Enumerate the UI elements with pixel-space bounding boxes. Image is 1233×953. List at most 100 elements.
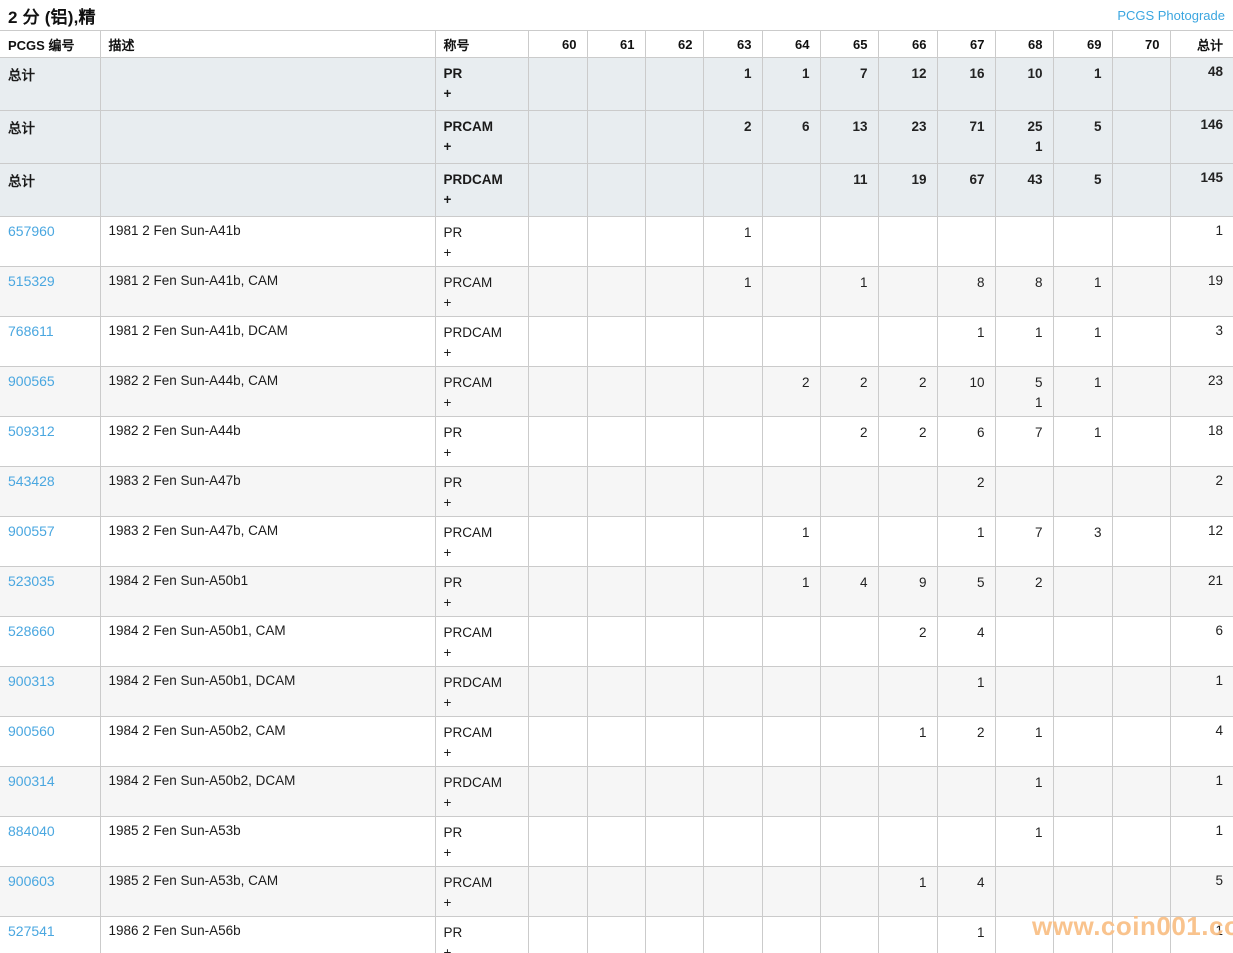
grade-61-cell — [586, 866, 646, 917]
grade-69-cell: 3 — [1052, 516, 1113, 567]
grade-count: 19 — [911, 172, 927, 187]
grade-63-cell — [702, 616, 763, 667]
pcgs-number-link[interactable]: 900314 — [8, 773, 55, 789]
grade-63-cell: 1 — [702, 57, 763, 111]
grade-count: 1 — [1093, 325, 1102, 340]
grade-66-cell: 2 — [877, 416, 938, 467]
pcgs-number-link[interactable]: 900560 — [8, 723, 55, 739]
grade-69-cell: 1 — [1052, 316, 1113, 367]
pcgs-number-link[interactable]: 523035 — [8, 573, 55, 589]
grade-60-cell — [527, 716, 588, 767]
table-row: 523035 1984 2 Fen Sun-A50b1 PR + 1 4 9 5… — [0, 566, 1233, 617]
grade-68-cell: 43 — [994, 163, 1054, 217]
grade-63-cell: 2 — [702, 110, 763, 164]
grade-65-cell — [819, 216, 879, 267]
table-row: 900603 1985 2 Fen Sun-A53b, CAM PRCAM + … — [0, 866, 1233, 917]
designation-plus-label: + — [443, 295, 452, 310]
pcgs-number-link[interactable]: 900603 — [8, 873, 55, 889]
grade-67-cell — [936, 816, 996, 867]
grade-68-cell: 10 — [994, 57, 1054, 111]
grade-65-cell — [819, 716, 879, 767]
grade-68-cell — [994, 616, 1054, 667]
grade-64-cell — [761, 616, 821, 667]
designation-plus-label: + — [443, 192, 452, 207]
pcgs-number-link[interactable]: 900565 — [8, 373, 55, 389]
pcgs-number-link[interactable]: 528660 — [8, 623, 55, 639]
grade-count: 25 — [1027, 119, 1043, 134]
grade-66-cell: 19 — [877, 163, 938, 217]
grade-66-cell: 1 — [877, 716, 938, 767]
grade-66-cell — [877, 666, 938, 717]
grade-64-cell — [761, 816, 821, 867]
grade-count: 2 — [859, 375, 868, 390]
grade-65-cell — [819, 316, 879, 367]
grade-70-cell — [1111, 516, 1171, 567]
grade-65-cell: 1 — [819, 266, 879, 317]
grade-68-cell: 7 — [994, 416, 1054, 467]
pcgs-number-link[interactable]: 900557 — [8, 523, 55, 539]
grade-69-cell — [1052, 616, 1113, 667]
grade-62-cell — [644, 566, 704, 617]
grade-count: 5 — [1034, 375, 1043, 390]
grade-66-cell — [877, 316, 938, 367]
pcgs-number-link[interactable]: 657960 — [8, 223, 55, 239]
grade-65-cell — [819, 616, 879, 667]
grade-68-cell: 25 1 — [994, 110, 1054, 164]
grade-67-cell: 2 — [936, 716, 996, 767]
grade-65-cell — [819, 766, 879, 817]
grade-count: 1 — [1093, 275, 1102, 290]
grade-63-cell — [702, 666, 763, 717]
pcgs-number-link[interactable]: 768611 — [8, 323, 54, 339]
grade-count: 1 — [918, 875, 927, 890]
grade-count: 7 — [859, 66, 868, 81]
grade-68-cell: 51 — [994, 366, 1054, 417]
grade-63-cell — [702, 466, 763, 517]
pcgs-number-link[interactable]: 900313 — [8, 673, 55, 689]
designation-label: PRDCAM — [443, 325, 503, 340]
grade-66-cell: 9 — [877, 566, 938, 617]
grade-68-cell: 1 — [994, 766, 1054, 817]
grade-count: 2 — [743, 119, 752, 134]
designation-label: PR — [443, 225, 463, 240]
grade-60-cell — [527, 466, 588, 517]
grade-65-cell — [819, 866, 879, 917]
pcgs-number-link[interactable]: 884040 — [8, 823, 55, 839]
population-table-body: 总计 PR + 1 1 7 12 16 10 1 48 总计 PRCAM + 2… — [0, 57, 1233, 953]
designation-label: PR — [443, 575, 463, 590]
coin-description: 1981 2 Fen Sun-A41b, DCAM — [99, 316, 436, 367]
grade-68-cell: 2 — [994, 566, 1054, 617]
grade-67-cell: 1 — [936, 916, 996, 953]
grade-62-cell — [644, 110, 704, 164]
grade-69-cell — [1052, 716, 1113, 767]
designation-plus-label: + — [443, 745, 452, 760]
grade-count: 1 — [976, 525, 985, 540]
grade-68-cell — [994, 466, 1054, 517]
col-header-grade-64: 64 — [761, 30, 821, 58]
grade-64-cell — [761, 716, 821, 767]
grade-67-cell — [936, 766, 996, 817]
grade-69-cell: 1 — [1052, 416, 1113, 467]
pcgs-number-link[interactable]: 527541 — [8, 923, 55, 939]
designation-label: PRCAM — [443, 525, 493, 540]
row-total: 1 — [1169, 216, 1233, 267]
grade-count: 1 — [918, 725, 927, 740]
grade-69-cell: 5 — [1052, 110, 1113, 164]
grade-60-cell — [527, 163, 588, 217]
col-header-grade-69: 69 — [1052, 30, 1113, 58]
pcgs-number-link[interactable]: 543428 — [8, 473, 55, 489]
pcgs-photograde-link[interactable]: PCGS Photograde — [1117, 8, 1225, 23]
coin-description: 1986 2 Fen Sun-A56b — [99, 916, 436, 953]
grade-62-cell — [644, 516, 704, 567]
grade-count: 8 — [1034, 275, 1043, 290]
coin-description: 1981 2 Fen Sun-A41b — [99, 216, 436, 267]
row-total: 12 — [1169, 516, 1233, 567]
pcgs-number-link[interactable]: 515329 — [8, 273, 55, 289]
grade-60-cell — [527, 616, 588, 667]
row-total: 2 — [1169, 466, 1233, 517]
designation-plus-label: + — [443, 86, 452, 101]
pcgs-number-link[interactable]: 509312 — [8, 423, 55, 439]
coin-description: 1984 2 Fen Sun-A50b1, CAM — [99, 616, 436, 667]
designation-label: PRDCAM — [443, 775, 503, 790]
grade-61-cell — [586, 716, 646, 767]
col-header-designation: 称号 — [434, 30, 529, 58]
